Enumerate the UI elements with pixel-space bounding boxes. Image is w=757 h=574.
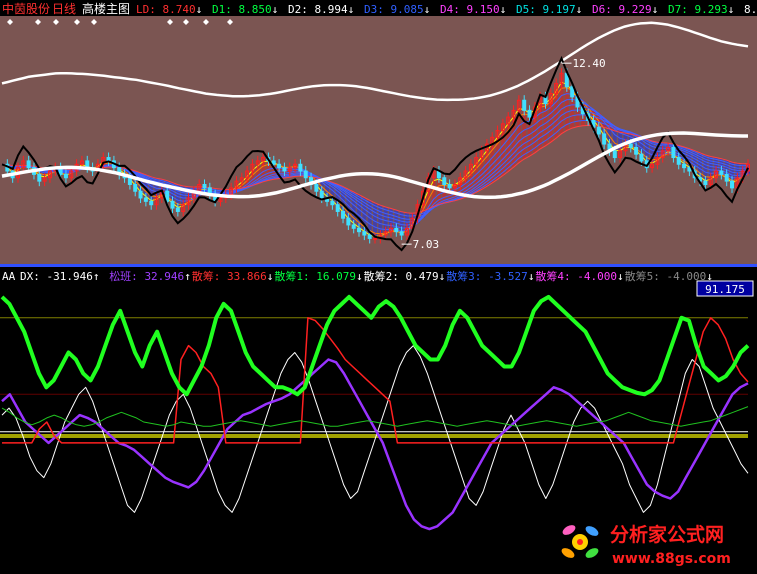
- candle-body: [351, 224, 356, 229]
- candle-body: [319, 190, 324, 199]
- legend-item-2: 散筹: 33.866↓: [192, 269, 274, 283]
- legend-item-3: D3: 9.085↓: [364, 3, 430, 16]
- value-badge-text: 91.175: [705, 283, 745, 296]
- candle-body: [362, 231, 367, 236]
- candle-body: [676, 157, 681, 165]
- candle-body: [63, 173, 68, 179]
- candle-body: [335, 204, 340, 212]
- legend-item-4: 散筹2: 0.479↓: [364, 269, 446, 283]
- pane-separator[interactable]: [0, 264, 757, 267]
- candle-body: [639, 153, 644, 162]
- legend-item-7: D7: 9.293↓: [668, 3, 734, 16]
- candle-body: [367, 234, 372, 239]
- candle-body: [271, 160, 276, 165]
- candle-body: [314, 183, 319, 192]
- candle-body: [399, 231, 404, 236]
- candle-body: [522, 99, 527, 111]
- candle-body: [612, 150, 617, 159]
- candle-body: [26, 160, 31, 169]
- watermark-url[interactable]: www.88gs.com: [612, 551, 731, 567]
- legend-item-1: 松班: 32.946↑: [109, 269, 191, 283]
- candle-body: [127, 177, 132, 185]
- candle-body: [730, 180, 735, 189]
- candle-body: [149, 200, 154, 206]
- candle-body: [133, 183, 138, 192]
- candle-body: [596, 126, 601, 135]
- stock-name: 中茵股份: [2, 1, 50, 16]
- legend-item-6: D6: 9.229↓: [592, 3, 658, 16]
- candle-body: [341, 210, 346, 219]
- legend-item-2: D2: 8.994↓: [288, 3, 354, 16]
- candle-body: [202, 183, 207, 189]
- legend-item-3: 散筹1: 16.079↓: [274, 269, 362, 283]
- indicator-name: AA: [2, 270, 16, 283]
- candle-body: [602, 133, 607, 145]
- candle-body: [138, 190, 143, 199]
- legend-item-8: 8.792↓: [744, 3, 757, 16]
- candle-body: [394, 227, 399, 233]
- candle-body: [447, 183, 452, 189]
- legend-item-6: 散筹4: -4.000↓: [535, 269, 623, 283]
- candle-body: [143, 197, 148, 202]
- candle-body: [570, 86, 575, 98]
- candle-body: [703, 180, 708, 185]
- candle-body: [303, 170, 308, 179]
- candle-body: [442, 177, 447, 185]
- template-name: 高楼主图: [82, 1, 130, 16]
- watermark-title: 分析家公式网: [610, 523, 724, 546]
- candle-body: [170, 200, 175, 209]
- legend-item-5: 散筹3: -3.527↓: [446, 269, 534, 283]
- legend-item-1: D1: 8.850↓: [212, 3, 278, 16]
- candle-body: [330, 200, 335, 206]
- candle-body: [719, 170, 724, 175]
- candle-body: [37, 173, 42, 182]
- candle-body: [682, 163, 687, 169]
- candle-body: [628, 143, 633, 148]
- legend-item-0: LD: 8.740↓: [136, 3, 202, 16]
- candle-body: [634, 146, 639, 155]
- candle-body: [373, 237, 377, 240]
- period-label: 日线: [52, 2, 76, 16]
- candle-body: [527, 109, 532, 118]
- candle-body: [277, 163, 282, 169]
- candle-body: [724, 173, 729, 182]
- candle-body: [687, 167, 692, 172]
- stock-chart: 12.40 7.03 中茵股份 日线 高楼主图 LD: 8.740↓ D1: 8.8…: [0, 0, 757, 574]
- legend-item-5: D5: 9.197↓: [516, 3, 582, 16]
- candle-body: [357, 227, 362, 233]
- candle-body: [175, 207, 180, 212]
- candle-body: [282, 167, 287, 172]
- legend-item-0: DX: -31.946↑: [20, 270, 99, 283]
- candle-body: [671, 146, 676, 159]
- candle-body: [346, 217, 351, 226]
- low-price-label: 7.03: [413, 238, 440, 251]
- high-price-label: 12.40: [573, 57, 606, 70]
- candle-body: [298, 163, 303, 172]
- legend-item-4: D4: 9.150↓: [440, 3, 506, 16]
